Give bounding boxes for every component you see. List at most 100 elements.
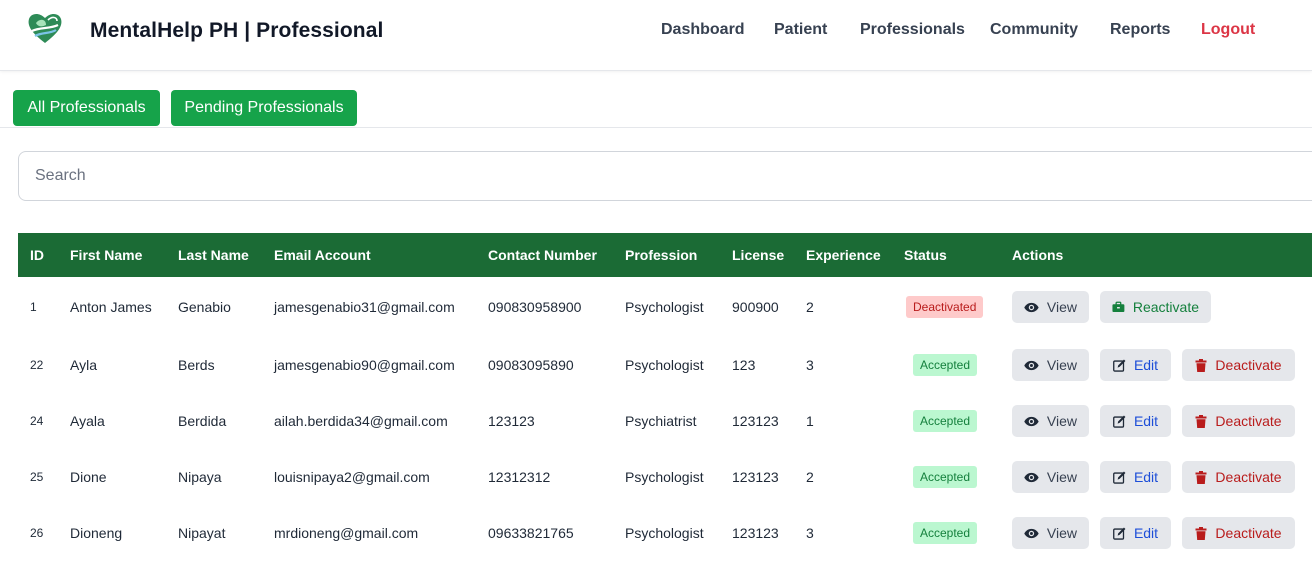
trash-icon [1195, 358, 1207, 372]
status-badge: Accepted [913, 410, 978, 432]
cell-id: 22 [30, 358, 44, 372]
reactivate-label: Reactivate [1132, 299, 1199, 315]
eye-icon [1024, 302, 1039, 312]
view-button[interactable]: View [1012, 517, 1089, 549]
header-status: Status [904, 247, 947, 263]
table-row: 22 Ayla Berds jamesgenabio90@gmail.com 0… [18, 337, 1312, 393]
header-license: License [732, 247, 785, 263]
cell-actions: View Edit Deactivate [1000, 449, 1312, 505]
tab-pending-professionals[interactable]: Pending Professionals [171, 90, 357, 126]
cell-status: Accepted [892, 449, 1000, 505]
view-label: View [1046, 299, 1077, 315]
cell-actions: View Edit Deactivate [1000, 393, 1312, 449]
status-badge: Deactivated [906, 296, 984, 318]
status-badge: Accepted [913, 354, 978, 376]
cell-first-name: Anton James [70, 299, 152, 315]
table-row: 25 Dione Nipaya louisnipaya2@gmail.com 1… [18, 449, 1312, 505]
edit-icon [1113, 359, 1126, 372]
cell-last-name: Berds [178, 357, 215, 373]
professionals-table-wrap: ID First Name Last Name Email Account Co… [18, 233, 1312, 561]
cell-license: 123 [732, 357, 756, 373]
cell-contact: 09633821765 [488, 525, 574, 541]
nav-logout[interactable]: Logout [1201, 21, 1255, 39]
header-first-name: First Name [70, 247, 143, 263]
tab-all-professionals[interactable]: All Professionals [13, 90, 160, 126]
cell-status: Deactivated [892, 277, 1000, 337]
edit-button[interactable]: Edit [1100, 405, 1171, 437]
view-label: View [1046, 357, 1077, 373]
cell-last-name: Berdida [178, 413, 227, 429]
header-experience: Experience [806, 247, 881, 263]
header-email: Email Account [274, 247, 371, 263]
nav-patient[interactable]: Patient [774, 21, 827, 39]
cell-id: 1 [30, 300, 37, 314]
view-button[interactable]: View [1012, 349, 1089, 381]
edit-label: Edit [1133, 525, 1159, 541]
cell-first-name: Dioneng [70, 525, 123, 541]
cell-license: 123123 [732, 413, 779, 429]
table-header-row: ID First Name Last Name Email Account Co… [18, 233, 1312, 277]
brand-title: MentalHelp PH | Professional [90, 19, 384, 42]
nav-reports[interactable]: Reports [1110, 21, 1170, 39]
eye-icon [1024, 360, 1039, 370]
edit-button[interactable]: Edit [1100, 461, 1171, 493]
briefcase-icon [1112, 301, 1125, 313]
cell-first-name: Dione [70, 469, 107, 485]
view-button[interactable]: View [1012, 405, 1089, 437]
cell-experience: 3 [806, 357, 814, 373]
deactivate-button[interactable]: Deactivate [1182, 405, 1295, 437]
search-input[interactable] [18, 151, 1312, 201]
cell-profession: Psychologist [625, 525, 704, 541]
cell-contact: 12312312 [488, 469, 551, 485]
view-label: View [1046, 413, 1077, 429]
nav-professionals[interactable]: Professionals [860, 21, 965, 39]
cell-profession: Psychologist [625, 469, 704, 485]
deactivate-button[interactable]: Deactivate [1182, 517, 1295, 549]
view-button[interactable]: View [1012, 291, 1089, 323]
nav-community[interactable]: Community [990, 21, 1078, 39]
cell-experience: 1 [806, 413, 814, 429]
deactivate-button[interactable]: Deactivate [1182, 461, 1295, 493]
cell-profession: Psychologist [625, 357, 704, 373]
deactivate-button[interactable]: Deactivate [1182, 349, 1295, 381]
cell-actions: View Edit Deactivate [1000, 337, 1312, 393]
eye-icon [1024, 416, 1039, 426]
cell-id: 26 [30, 526, 44, 540]
cell-contact: 123123 [488, 413, 535, 429]
table-row: 26 Dioneng Nipayat mrdioneng@gmail.com 0… [18, 505, 1312, 561]
cell-status: Accepted [892, 393, 1000, 449]
reactivate-button[interactable]: Reactivate [1100, 291, 1211, 323]
edit-icon [1113, 471, 1126, 484]
deactivate-label: Deactivate [1215, 413, 1282, 429]
trash-icon [1195, 526, 1207, 540]
edit-button[interactable]: Edit [1100, 517, 1171, 549]
brand-logo-icon [28, 13, 62, 43]
cell-license: 123123 [732, 525, 779, 541]
cell-actions: View Edit Deactivate [1000, 505, 1312, 561]
edit-icon [1113, 527, 1126, 540]
trash-icon [1195, 470, 1207, 484]
cell-last-name: Nipaya [178, 469, 222, 485]
eye-icon [1024, 472, 1039, 482]
view-button[interactable]: View [1012, 461, 1089, 493]
top-navbar: MentalHelp PH | Professional Dashboard P… [0, 0, 1312, 71]
cell-status: Accepted [892, 337, 1000, 393]
deactivate-label: Deactivate [1215, 469, 1282, 485]
nav-dashboard[interactable]: Dashboard [661, 21, 745, 39]
cell-experience: 2 [806, 469, 814, 485]
cell-id: 24 [30, 414, 44, 428]
cell-license: 900900 [732, 299, 779, 315]
deactivate-label: Deactivate [1215, 525, 1282, 541]
table-row: 1 Anton James Genabio jamesgenabio31@gma… [18, 277, 1312, 337]
header-actions: Actions [1012, 247, 1064, 263]
cell-experience: 3 [806, 525, 814, 541]
eye-icon [1024, 528, 1039, 538]
edit-button[interactable]: Edit [1100, 349, 1171, 381]
cell-last-name: Nipayat [178, 525, 226, 541]
cell-first-name: Ayala [70, 413, 105, 429]
professionals-table: ID First Name Last Name Email Account Co… [18, 233, 1312, 561]
cell-profession: Psychologist [625, 299, 704, 315]
cell-last-name: Genabio [178, 299, 231, 315]
cell-contact: 090830958900 [488, 299, 582, 315]
header-profession: Profession [625, 247, 698, 263]
